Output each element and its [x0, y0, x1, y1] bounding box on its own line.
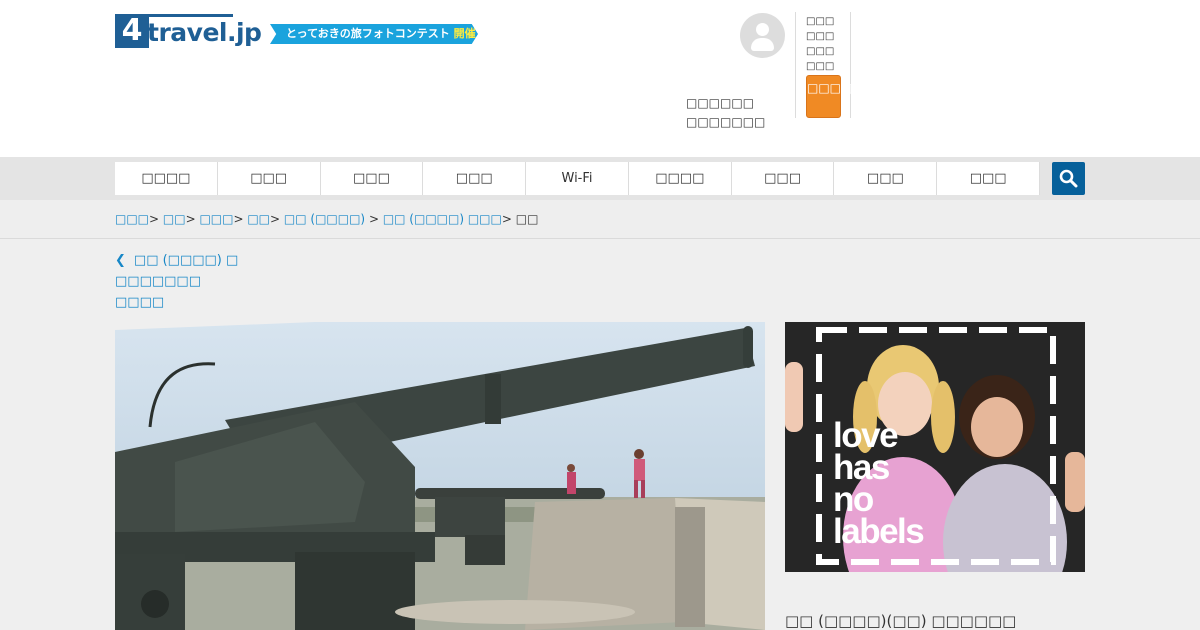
sidebar-title: □□ (□□□□)(□□) □□□□□□: [785, 612, 1017, 630]
ad-slogan: love has no labels: [833, 418, 925, 551]
nav-item-wifi[interactable]: Wi-Fi: [526, 162, 629, 195]
user-avatar-icon[interactable]: [740, 13, 785, 58]
breadcrumb-item-2[interactable]: □□: [163, 212, 186, 226]
breadcrumb-separator: >: [185, 212, 200, 226]
user-info-line-1: □□□□□□: [686, 96, 755, 110]
nav-item-4[interactable]: □□□: [423, 162, 527, 195]
breadcrumb-separator: >: [501, 212, 516, 226]
logo-bar: [149, 14, 233, 17]
site-logo[interactable]: 4 travel.jp: [115, 14, 262, 52]
back-link-line-1: □□ (□□□□) □: [133, 253, 239, 268]
ad-image: [785, 322, 1085, 572]
advertisement[interactable]: love has no labels: [785, 322, 1085, 572]
breadcrumb-item-3[interactable]: □□□: [199, 212, 233, 226]
breadcrumb: □□□> □□> □□□> □□> □□ (□□□□) > □□ (□□□□) …: [115, 212, 538, 226]
breadcrumb-item-4[interactable]: □□: [247, 212, 270, 226]
breadcrumb-item-5[interactable]: □□ (□□□□): [284, 212, 365, 226]
nav-item-8[interactable]: □□□: [834, 162, 938, 195]
nav-item-7[interactable]: □□□: [731, 162, 835, 195]
logo-text: travel.jp: [147, 18, 262, 47]
back-link-line-2: □□□□□□□ □□□□: [115, 274, 201, 310]
nav-menu: □□□□ □□□ □□□ □□□ Wi-Fi □□□□ □□□ □□□ □□□: [115, 162, 1041, 195]
breadcrumb-separator: >: [270, 212, 284, 226]
nav-item-6[interactable]: □□□□: [628, 162, 732, 195]
breadcrumb-item-6[interactable]: □□ (□□□□) □□□: [383, 212, 502, 226]
nav-item-3[interactable]: □□□: [320, 162, 424, 195]
search-icon: [1059, 169, 1078, 188]
breadcrumb-separator: >: [365, 212, 383, 226]
main-photo[interactable]: [115, 322, 765, 630]
nav-item-2[interactable]: □□□: [217, 162, 321, 195]
chevron-left-icon: ❮: [115, 253, 126, 268]
breadcrumb-separator: >: [149, 212, 163, 226]
breadcrumb-current: □□: [515, 212, 539, 226]
search-button[interactable]: [1052, 162, 1085, 195]
user-info-line-2: □□□□□□□: [686, 115, 766, 129]
banner-text: とっておきの旅フォトコンテスト: [286, 27, 450, 40]
site-header: 4 travel.jp とっておきの旅フォトコンテスト 開催中 □□□□□□ □…: [0, 0, 1200, 157]
nav-item-1[interactable]: □□□□: [115, 162, 218, 195]
photo-contest-banner[interactable]: とっておきの旅フォトコンテスト 開催中: [270, 24, 478, 44]
user-info: □□□□□□ □□□□□□□: [686, 94, 766, 132]
global-nav: □□□□ □□□ □□□ □□□ Wi-Fi □□□□ □□□ □□□ □□□: [0, 157, 1200, 200]
back-link[interactable]: ❮ □□ (□□□□) □ □□□□□□□ □□□□: [115, 250, 245, 313]
login-button[interactable]: □□□□□□: [806, 75, 875, 118]
breadcrumb-separator: >: [233, 212, 248, 226]
breadcrumb-bar: □□□> □□> □□□> □□> □□ (□□□□) > □□ (□□□□) …: [0, 200, 1200, 239]
cannon-photo: [115, 322, 765, 630]
logo-number: 4: [115, 14, 149, 48]
ad-word-4: labels: [833, 512, 925, 551]
breadcrumb-item-1[interactable]: □□□: [115, 212, 149, 226]
login-box: □□□□□□□□□□□□□□ □□□□□□: [795, 12, 875, 118]
nav-item-9[interactable]: □□□: [937, 162, 1041, 195]
